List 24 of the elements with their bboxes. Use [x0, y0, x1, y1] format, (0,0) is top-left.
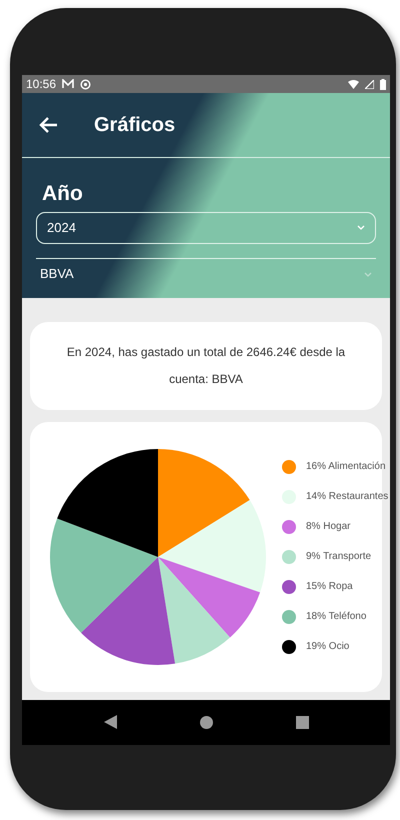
recents-icon[interactable] [296, 716, 308, 728]
page-title: Gráficos [94, 113, 176, 138]
legend-label: 19% Ocio [306, 640, 350, 654]
legend-label: 8% Hogar [306, 520, 350, 534]
home-icon[interactable] [200, 716, 212, 728]
mail-icon [62, 79, 74, 89]
legend-label: 14% Restaurantes [306, 490, 388, 504]
year-label: Año [41, 181, 84, 207]
signal-icon [365, 80, 374, 88]
legend-label: 16% Alimentación [306, 460, 386, 474]
circle-icon [80, 78, 92, 90]
chevron-down-icon [357, 225, 365, 230]
battery-icon [380, 78, 386, 90]
summary-text: En 2024, has gastado un total de 2646.24€ desde la cuenta: BBVA [66, 344, 346, 388]
chevron-down-icon [364, 272, 372, 276]
wifi-icon [348, 80, 359, 88]
account-dropdown[interactable]: BBVA [36, 258, 376, 288]
legend-label: 9% Transporte [306, 550, 372, 564]
year-dropdown[interactable]: 2024 [36, 212, 376, 244]
back-arrow-icon[interactable] [38, 116, 58, 134]
legend-label: 15% Ropa [306, 580, 353, 594]
clock: 10:56 [26, 76, 56, 93]
back-icon[interactable] [104, 715, 116, 729]
legend-label: 18% Teléfono [306, 610, 366, 624]
